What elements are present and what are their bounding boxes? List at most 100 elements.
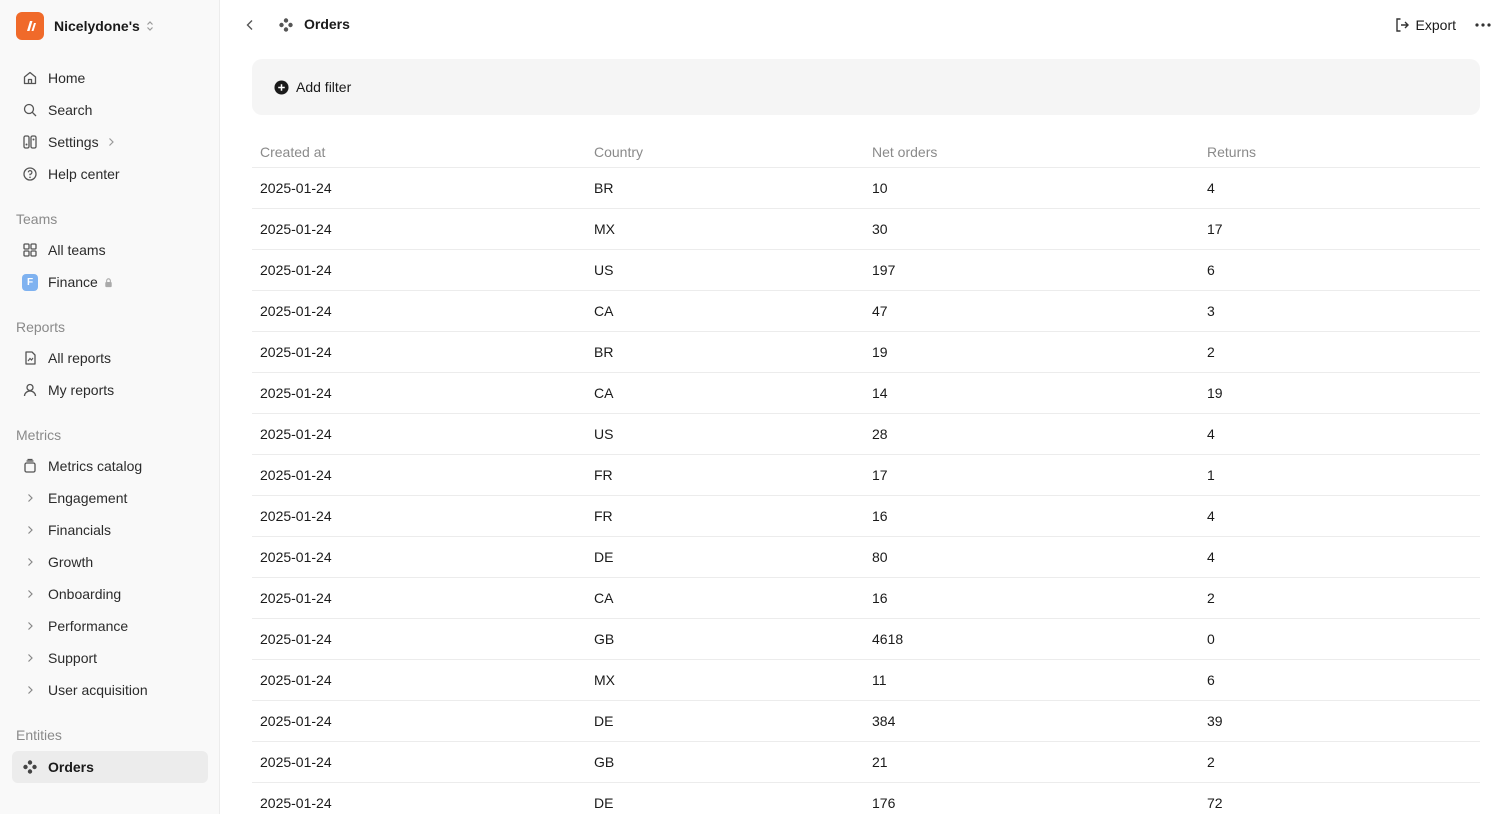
stack-icon <box>22 458 38 474</box>
topbar: Orders Export <box>220 0 1512 50</box>
metric-group-label: Growth <box>48 554 94 570</box>
cell-returns: 2 <box>1207 344 1215 360</box>
cell-country: CA <box>594 590 614 606</box>
cell-returns: 0 <box>1207 631 1215 647</box>
grid-icon <box>22 242 38 258</box>
workspace-name: Nicelydone's <box>54 18 140 34</box>
nav-help-label: Help center <box>48 166 120 182</box>
filter-bar: Add filter <box>252 59 1480 115</box>
export-button[interactable]: Export <box>1394 14 1456 36</box>
cell-created-at: 2025-01-24 <box>260 180 332 196</box>
nav-entity-orders[interactable]: Orders <box>12 751 208 783</box>
cell-net-orders: 16 <box>872 590 888 606</box>
table-row[interactable]: 2025-01-24 US 28 4 <box>252 414 1480 455</box>
nav-all-teams[interactable]: All teams <box>12 235 208 265</box>
metric-group-label: Financials <box>48 522 112 538</box>
cell-created-at: 2025-01-24 <box>260 713 332 729</box>
cell-returns: 4 <box>1207 549 1215 565</box>
nav-metric-group-performance[interactable]: Performance <box>12 611 208 641</box>
chevron-right-icon <box>22 650 38 666</box>
table-row[interactable]: 2025-01-24 FR 17 1 <box>252 455 1480 496</box>
plus-circle-icon <box>274 79 289 95</box>
chevron-right-icon <box>22 554 38 570</box>
finance-team-badge: F <box>22 273 38 291</box>
table-row[interactable]: 2025-01-24 DE 80 4 <box>252 537 1480 578</box>
nav-search[interactable]: Search <box>12 95 208 125</box>
nav-orders-label: Orders <box>48 759 94 775</box>
nav-all-reports[interactable]: All reports <box>12 343 208 373</box>
table-row[interactable]: 2025-01-24 CA 14 19 <box>252 373 1480 414</box>
table-row[interactable]: 2025-01-24 DE 176 72 <box>252 783 1480 814</box>
cell-returns: 4 <box>1207 180 1215 196</box>
cell-returns: 2 <box>1207 590 1215 606</box>
nav-my-reports[interactable]: My reports <box>12 375 208 405</box>
table-row[interactable]: 2025-01-24 CA 47 3 <box>252 291 1480 332</box>
add-filter-button[interactable]: Add filter <box>274 78 351 96</box>
table-row[interactable]: 2025-01-24 US 197 6 <box>252 250 1480 291</box>
cell-created-at: 2025-01-24 <box>260 549 332 565</box>
metrics-heading: Metrics <box>16 427 62 443</box>
chevron-left-icon[interactable] <box>240 15 260 35</box>
metric-group-label: User acquisition <box>48 682 148 698</box>
nav-settings[interactable]: Settings <box>12 127 208 157</box>
cell-country: FR <box>594 467 613 483</box>
nav-metric-group-onboarding[interactable]: Onboarding <box>12 579 208 609</box>
column-header-net-orders[interactable]: Net orders <box>872 144 1207 160</box>
nav-home[interactable]: Home <box>12 63 208 93</box>
chevron-right-icon <box>105 136 117 148</box>
nav-metrics-catalog[interactable]: Metrics catalog <box>12 451 208 481</box>
cell-created-at: 2025-01-24 <box>260 303 332 319</box>
table-row[interactable]: 2025-01-24 MX 11 6 <box>252 660 1480 701</box>
cell-net-orders: 80 <box>872 549 888 565</box>
table-row[interactable]: 2025-01-24 GB 21 2 <box>252 742 1480 783</box>
add-filter-label: Add filter <box>296 79 352 95</box>
nav-help-center[interactable]: Help center <box>12 159 208 189</box>
nav-all-teams-label: All teams <box>48 242 106 258</box>
settings-icon <box>22 134 38 150</box>
nav-metric-group-financials[interactable]: Financials <box>12 515 208 545</box>
column-header-country[interactable]: Country <box>594 144 872 160</box>
cell-net-orders: 28 <box>872 426 888 442</box>
nav-metric-group-growth[interactable]: Growth <box>12 547 208 577</box>
cell-country: FR <box>594 508 613 524</box>
nav-metric-group-support[interactable]: Support <box>12 643 208 673</box>
table-row[interactable]: 2025-01-24 BR 10 4 <box>252 168 1480 209</box>
nav-metric-group-user-acquisition[interactable]: User acquisition <box>12 675 208 705</box>
cell-country: DE <box>594 795 614 811</box>
cell-country: DE <box>594 713 614 729</box>
finance-badge-wrap: F <box>22 273 38 291</box>
cell-net-orders: 197 <box>872 262 896 278</box>
cell-net-orders: 30 <box>872 221 888 237</box>
nav-finance-label: Finance <box>48 274 98 290</box>
nav-settings-label: Settings <box>48 134 99 150</box>
cell-country: DE <box>594 549 614 565</box>
more-horizontal-icon[interactable] <box>1474 16 1492 34</box>
cell-created-at: 2025-01-24 <box>260 672 332 688</box>
table-row[interactable]: 2025-01-24 FR 16 4 <box>252 496 1480 537</box>
nav-all-reports-label: All reports <box>48 350 112 366</box>
export-icon <box>1394 17 1410 33</box>
table-row[interactable]: 2025-01-24 CA 16 2 <box>252 578 1480 619</box>
column-header-returns[interactable]: Returns <box>1207 144 1480 160</box>
nav-team-finance[interactable]: F Finance <box>12 267 208 297</box>
entity-icon <box>278 17 294 33</box>
cell-country: GB <box>594 754 615 770</box>
workspace-switcher[interactable]: Nicelydone's <box>16 12 156 40</box>
brand-logo-icon <box>16 12 44 40</box>
table-row[interactable]: 2025-01-24 DE 384 39 <box>252 701 1480 742</box>
table-row[interactable]: 2025-01-24 BR 19 2 <box>252 332 1480 373</box>
column-header-created-at[interactable]: Created at <box>252 144 594 160</box>
table-row[interactable]: 2025-01-24 GB 4618 0 <box>252 619 1480 660</box>
cell-created-at: 2025-01-24 <box>260 508 332 524</box>
cell-country: US <box>594 426 614 442</box>
search-icon <box>22 102 38 118</box>
cell-returns: 6 <box>1207 262 1215 278</box>
table-row[interactable]: 2025-01-24 MX 30 17 <box>252 209 1480 250</box>
cell-net-orders: 47 <box>872 303 888 319</box>
cell-returns: 39 <box>1207 713 1223 729</box>
lock-icon <box>103 277 114 288</box>
cell-returns: 72 <box>1207 795 1223 811</box>
entity-icon <box>22 759 38 775</box>
cell-returns: 3 <box>1207 303 1215 319</box>
nav-metric-group-engagement[interactable]: Engagement <box>12 483 208 513</box>
